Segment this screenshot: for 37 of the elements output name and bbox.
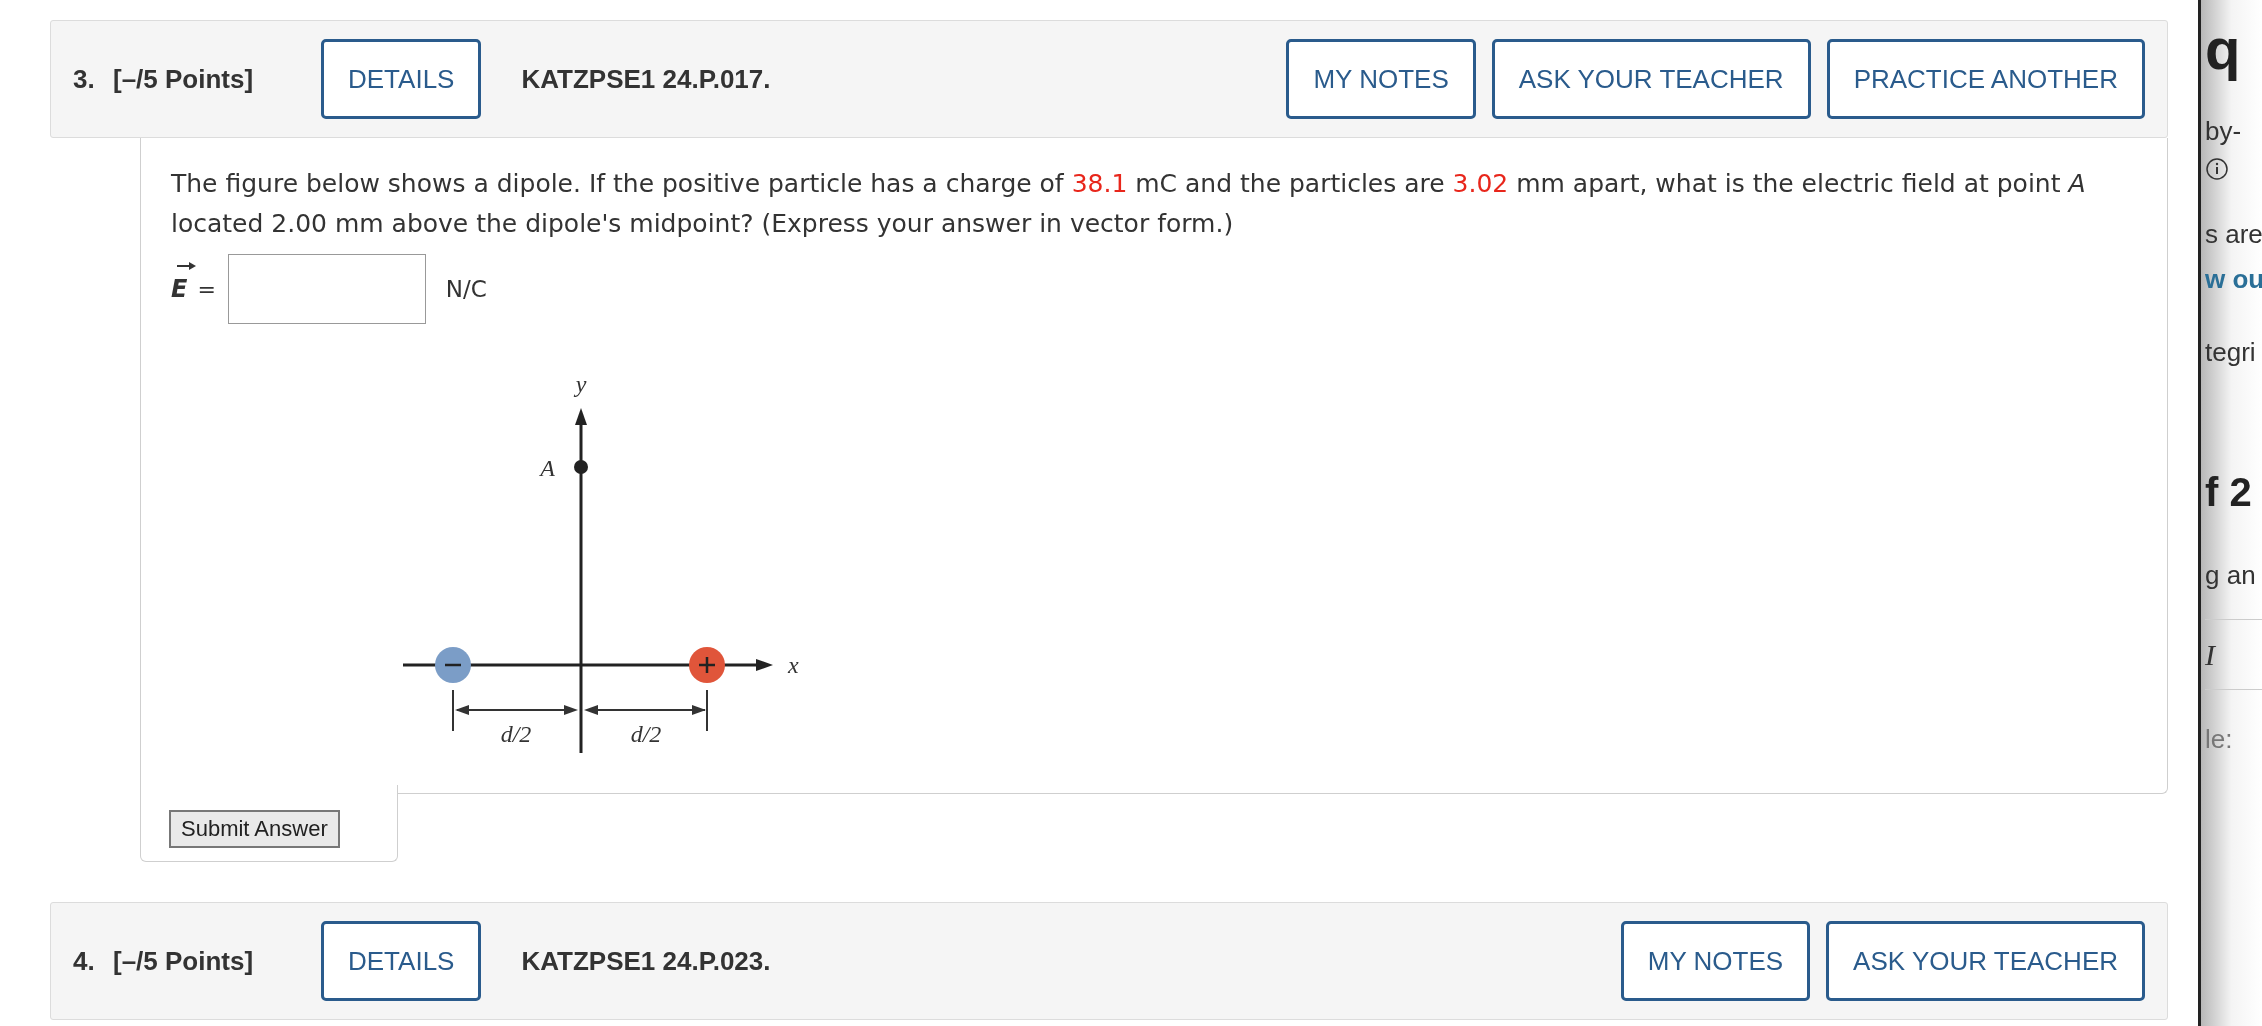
field-symbol: E [171,274,188,305]
panel-heading: f 2 [2205,469,2252,516]
axis-label: x [788,652,799,678]
submit-answer-button[interactable]: Submit Answer [169,810,340,848]
info-icon[interactable] [2205,157,2229,181]
panel-text: le: [2205,723,2233,756]
negative-charge [435,647,471,683]
header-action-button[interactable]: ASK YOUR TEACHER [1826,921,2145,1001]
panel-text: by- [2205,115,2242,148]
panel-text: g an [2205,559,2256,592]
spacing-label: d/2 [500,721,532,747]
question-number: 4. [73,944,96,978]
unit-label: N/C [445,274,487,304]
answer-field[interactable] [227,254,426,324]
point-label: A [540,455,555,481]
point-marker [574,460,588,474]
problem-code: KATZPSE1 24.P.017. [521,62,771,96]
italic-tool[interactable]: I [2205,638,2215,671]
header-action-button[interactable]: ASK YOUR TEACHER [1491,39,1811,119]
panel-link[interactable]: w ou [2205,260,2262,299]
details-button[interactable]: DETAILS [321,921,482,1001]
points-label: [–/5 Points] [113,944,255,978]
panel-text: tegri [2205,336,2256,369]
question-number: 3. [73,62,96,96]
problem-code: KATZPSE1 24.P.023. [521,944,771,978]
question-text: The figure below shows a dipole. If the positive particle has a charge of 38.1 mC and the particles are 3.02 mm apart, what is the electric field at point A located 2.00 mm above the dipole's midpoint? (Express your answer in vector form.) [171,168,2087,240]
panel-text: s are [2205,218,2262,251]
axis-label: y [575,371,587,397]
header-action-button[interactable]: MY NOTES [1286,39,1476,119]
equals-sign: = [197,275,216,304]
details-button[interactable]: DETAILS [321,39,482,119]
header-action-button[interactable]: PRACTICE ANOTHER [1826,39,2145,119]
positive-charge [689,647,725,683]
header-action-button[interactable]: MY NOTES [1620,921,1811,1001]
spacing-label: d/2 [630,721,662,747]
points-label: [–/5 Points] [113,62,255,96]
vector-arrow-icon [175,261,197,271]
